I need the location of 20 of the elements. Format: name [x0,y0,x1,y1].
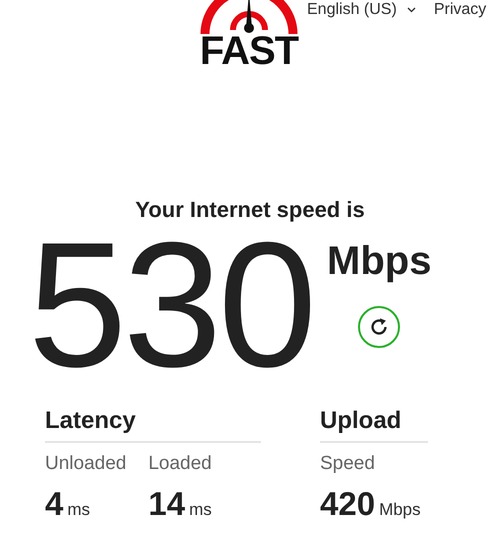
language-selector[interactable]: English (US) [307,1,397,19]
metric-label: Loaded [148,453,212,475]
metric-unit: Mbps [379,500,421,519]
caret-icon[interactable] [406,7,416,13]
metric-title: Upload [320,407,428,443]
metric-label: Speed [320,453,376,475]
metric-value: 14 [148,485,186,522]
metric-label: Unloaded [45,453,126,475]
metric-value: 4 [45,485,64,522]
speed-value: 530 [28,225,313,395]
metric-title: Latency [45,407,261,443]
metric-unit: ms [189,500,212,519]
reload-button[interactable] [358,306,400,348]
speed-heading: Your Internet speed is [134,197,366,223]
speedometer-icon [199,0,299,36]
metric-unit: ms [67,500,90,519]
speed-unit: Mbps [327,239,432,284]
metric-value: 420 [320,485,376,522]
privacy-link[interactable]: Privacy [434,1,486,19]
logo-wordmark: FAST [200,34,298,68]
